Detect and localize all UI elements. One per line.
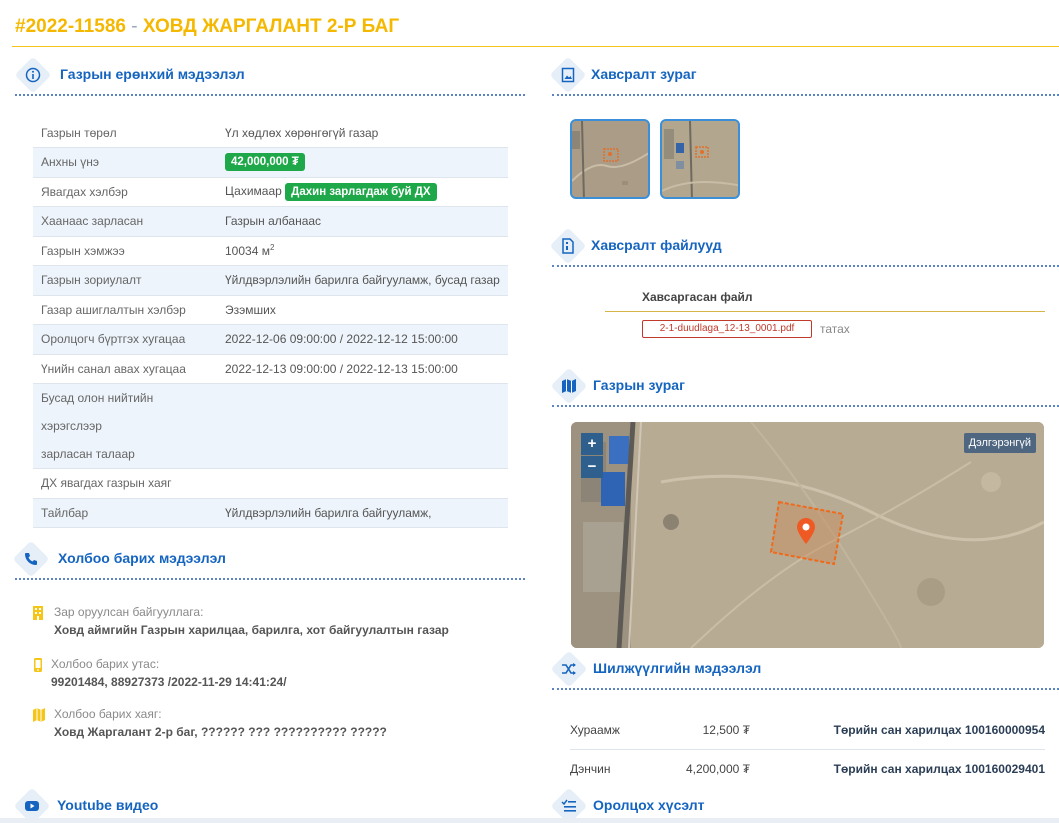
- info-label: ДХ явагдах газрын хаяг: [33, 468, 217, 499]
- info-value: Газрын албанаас: [217, 206, 508, 237]
- payment-amount: 4,200,000 ₮: [685, 762, 750, 776]
- table-row: Оролцогч бүртгэх хугацаа 2022-12-06 09:0…: [33, 324, 508, 355]
- zoom-out-button[interactable]: −: [581, 456, 603, 478]
- download-link[interactable]: татах: [820, 322, 850, 336]
- image-icon: [555, 62, 581, 88]
- table-row: Тайлбар Үйлдвэрлэлийн барилга байгууламж…: [33, 498, 508, 528]
- file-icon: [555, 233, 581, 259]
- info-icon: [20, 62, 46, 88]
- listing-id: #2022-11586: [15, 16, 126, 37]
- info-value: 10034 м: [225, 244, 270, 259]
- contact-org-label: Зар оруулсан байгууллага:: [54, 605, 204, 619]
- info-value: 2022-12-06 09:00:00 / 2022-12-12 15:00:0…: [217, 324, 508, 355]
- info-label: Газар ашиглалтын хэлбэр: [33, 295, 217, 325]
- table-row: Хураамж 12,500 ₮ Төрийн сан харилцах 100…: [570, 711, 1045, 749]
- info-label: Газрын зориулалт: [33, 265, 217, 296]
- table-row: ДХ явагдах газрын хаяг: [33, 468, 508, 499]
- info-value: Үйлдвэрлэлийн барилга байгууламж,: [217, 498, 508, 528]
- payment-name: Хураамж: [570, 723, 620, 737]
- payments-title: Шилжүүлгийн мэдээлэл: [593, 660, 762, 676]
- info-label: зарласан талаар: [41, 447, 135, 461]
- page-bottom-edge: [0, 818, 1059, 823]
- price-badge: 42,000,000 ₮: [225, 153, 305, 172]
- section-divider: [15, 94, 525, 96]
- table-row: Явагдах хэлбэр Цахимаар Дахин зарлагдаж …: [33, 177, 508, 207]
- land-map[interactable]: + − Дэлгэрэнгүй: [571, 422, 1044, 648]
- info-value: [217, 383, 508, 469]
- info-label: Үнийн санал авах хугацаа: [33, 354, 217, 384]
- table-row: Үнийн санал авах хугацаа 2022-12-13 09:0…: [33, 354, 508, 384]
- page: #2022-11586 - ХОВД ЖАРГАЛАНТ 2-Р БАГ Газ…: [0, 0, 1059, 823]
- section-divider: [552, 94, 1059, 96]
- images-title: Хавсралт зураг: [591, 66, 697, 82]
- location-icon: [32, 707, 45, 723]
- info-label: Газрын төрөл: [33, 118, 217, 148]
- mobile-icon: [32, 657, 44, 673]
- youtube-icon: [19, 793, 45, 819]
- info-label: Газрын хэмжээ: [33, 236, 217, 266]
- table-row: Анхны үнэ 42,000,000 ₮: [33, 147, 508, 178]
- list-icon: [556, 793, 582, 819]
- unit-superscript: 2: [269, 243, 275, 253]
- youtube-title: Youtube видео: [57, 797, 159, 813]
- status-badge: Дахин зарлагдаж буй ДХ: [285, 182, 437, 201]
- info-label: Хаанаас зарласан: [33, 206, 217, 237]
- payment-name: Дэнчин: [570, 762, 611, 776]
- info-label: Анхны үнэ: [33, 147, 217, 178]
- building-icon: [32, 605, 44, 621]
- payment-amount: 12,500 ₮: [702, 723, 750, 737]
- general-info-title: Газрын ерөнхий мэдээлэл: [60, 66, 245, 82]
- attachment-image-thumbnail[interactable]: [570, 119, 650, 199]
- info-value: Цахимаар: [225, 183, 282, 198]
- table-row: Дэнчин 4,200,000 ₮ Төрийн сан харилцах 1…: [570, 750, 1045, 788]
- page-title: #2022-11586 - ХОВД ЖАРГАЛАНТ 2-Р БАГ: [15, 16, 399, 38]
- payment-account: Төрийн сан харилцах 100160000954: [833, 723, 1045, 737]
- files-title: Хавсралт файлууд: [591, 237, 722, 253]
- table-row: Бусад олон нийтийн хэрэгслээр зарласан та…: [33, 383, 508, 469]
- section-divider: [552, 265, 1059, 267]
- info-label: Бусад олон нийтийн хэрэгслээр: [41, 391, 154, 433]
- contact-phone-value: 99201484, 88927373 /2022-11-29 14:41:24/: [51, 675, 287, 689]
- table-row: Газрын зориулалт Үйлдвэрлэлийн барилга б…: [33, 265, 508, 296]
- info-label: Явагдах хэлбэр: [33, 177, 217, 207]
- map-details-button[interactable]: Дэлгэрэнгүй: [963, 433, 1036, 453]
- contact-address-value: Ховд Жаргалант 2-р баг, ?????? ??? ?????…: [54, 725, 387, 739]
- table-row: Газрын төрөл Үл хөдлөх хөрөнгөгүй газар: [33, 118, 508, 148]
- section-divider: [552, 688, 1059, 690]
- file-link[interactable]: 2-1-duudlaga_12-13_0001.pdf: [642, 320, 812, 338]
- contact-address-label: Холбоо барих хаяг:: [54, 707, 162, 721]
- info-value: Үл хөдлөх хөрөнгөгүй газар: [217, 118, 508, 148]
- section-divider: [15, 578, 525, 580]
- info-label: Оролцогч бүртгэх хугацаа: [33, 324, 217, 355]
- contact-title: Холбоо барих мэдээлэл: [58, 550, 226, 566]
- map-icon: [556, 373, 582, 399]
- title-separator: -: [131, 16, 138, 37]
- info-label: Тайлбар: [33, 498, 217, 528]
- section-divider: [552, 405, 1059, 407]
- files-divider: [605, 311, 1045, 312]
- files-column-header: Хавсаргасан файл: [642, 290, 753, 304]
- listing-title: ХОВД ЖАРГАЛАНТ 2-Р БАГ: [142, 16, 400, 37]
- request-title: Оролцох хүсэлт: [593, 797, 705, 813]
- map-marker-icon[interactable]: [795, 517, 817, 545]
- info-value: Эзэмших: [217, 295, 508, 325]
- info-value: 2022-12-13 09:00:00 / 2022-12-13 15:00:0…: [217, 354, 508, 384]
- zoom-in-button[interactable]: +: [581, 433, 603, 455]
- header-divider: [12, 46, 1059, 47]
- map-title: Газрын зураг: [593, 377, 685, 393]
- table-row: Газрын хэмжээ 10034 м2: [33, 236, 508, 266]
- table-row: Хаанаас зарласан Газрын албанаас: [33, 206, 508, 237]
- table-row: Газар ашиглалтын хэлбэр Эзэмших: [33, 295, 508, 325]
- contact-org-value: Ховд аймгийн Газрын харилцаа, барилга, х…: [54, 623, 449, 637]
- info-value: [217, 468, 508, 499]
- info-table: Газрын төрөл Үл хөдлөх хөрөнгөгүй газар …: [33, 118, 508, 528]
- attachment-image-thumbnail[interactable]: [660, 119, 740, 199]
- phone-icon: [18, 546, 44, 572]
- contact-phone-label: Холбоо барих утас:: [51, 657, 160, 671]
- shuffle-icon: [556, 656, 582, 682]
- payment-account: Төрийн сан харилцах 100160029401: [833, 762, 1045, 776]
- info-value: Үйлдвэрлэлийн барилга байгууламж, бусад …: [217, 265, 508, 296]
